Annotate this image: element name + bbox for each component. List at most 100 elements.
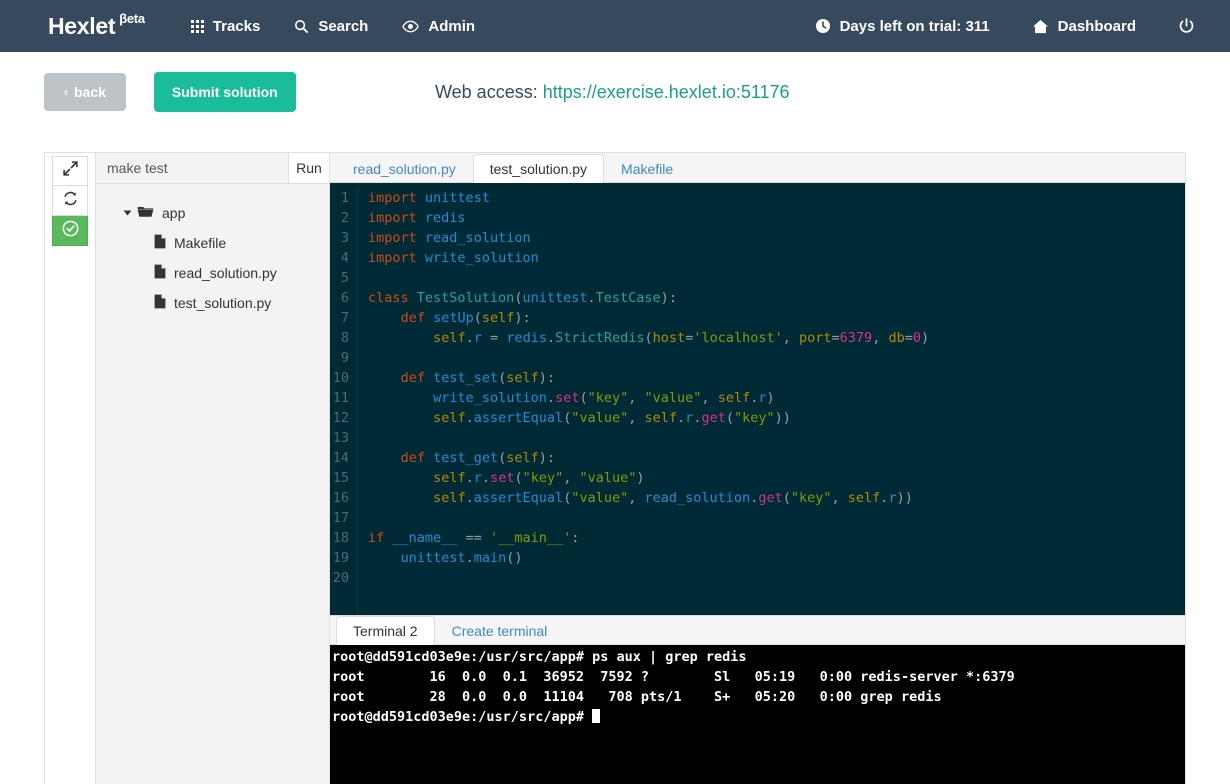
- code-line: import write_solution: [368, 250, 539, 266]
- file-panel: Run app Makefile read_solution.py: [96, 153, 330, 784]
- line-number: 12: [332, 410, 349, 426]
- line-number: 1: [340, 190, 349, 206]
- primary-nav: Tracks Search Admin: [190, 17, 509, 35]
- code-line: import redis: [368, 210, 466, 226]
- run-button[interactable]: Run: [288, 153, 329, 183]
- line-number: 2: [340, 210, 349, 226]
- editor-panel: read_solution.py test_solution.py Makefi…: [330, 153, 1185, 784]
- line-number-gutter: 1 2 3 4 5 6 7 8 9 10 11 12 13 14 15 16 1…: [330, 188, 358, 615]
- line-number: 18: [332, 530, 349, 546]
- editor-tab-read-solution[interactable]: read_solution.py: [336, 154, 473, 183]
- nav-item-admin-label: Admin: [428, 17, 476, 35]
- tree-item-app-label: app: [162, 205, 186, 221]
- terminal-prompt-line: root@dd591cd03e9e:/usr/src/app#: [332, 707, 1185, 727]
- folder-open-icon: [137, 205, 154, 221]
- line-number: 3: [340, 230, 349, 246]
- command-input[interactable]: [96, 153, 288, 183]
- line-number: 7: [340, 310, 349, 326]
- line-number: 5: [340, 270, 349, 286]
- expand-button[interactable]: [52, 156, 88, 186]
- file-icon: [154, 234, 166, 252]
- web-access-link[interactable]: https://exercise.hexlet.io:51176: [543, 82, 790, 102]
- code-line: import read_solution: [368, 230, 531, 246]
- nav-item-tracks-label: Tracks: [212, 17, 261, 35]
- nav-item-search-label: Search: [318, 17, 369, 35]
- nav-item-search[interactable]: Search: [294, 18, 368, 35]
- code-content: import unittest import redis import read_s…: [358, 188, 1185, 615]
- file-icon: [154, 264, 166, 282]
- tree-item-makefile[interactable]: Makefile: [96, 228, 329, 258]
- line-number: 13: [332, 430, 349, 446]
- back-button[interactable]: ‹ back: [44, 73, 126, 111]
- refresh-button[interactable]: [52, 186, 88, 216]
- tool-strip: [45, 153, 96, 784]
- tree-item-test-solution-label: test_solution.py: [174, 295, 272, 311]
- top-navbar: Hexlet βeta Tracks Search Admin Days lef…: [0, 0, 1230, 52]
- terminal-line: root@dd591cd03e9e:/usr/src/app# ps aux |…: [332, 649, 747, 665]
- tree-item-makefile-label: Makefile: [174, 235, 227, 251]
- code-line: self.r.set("key", "value"): [433, 470, 645, 486]
- code-line: class TestSolution(unittest.TestCase):: [368, 290, 677, 306]
- terminal-prompt: root@dd591cd03e9e:/usr/src/app#: [332, 709, 593, 725]
- web-access-info: Web access: https://exercise.hexlet.io:5…: [435, 82, 790, 103]
- refresh-icon: [63, 191, 78, 211]
- tree-item-read-solution[interactable]: read_solution.py: [96, 258, 329, 288]
- chevron-down-icon: [123, 210, 132, 216]
- tree-item-test-solution[interactable]: test_solution.py: [96, 288, 329, 318]
- file-icon: [154, 294, 166, 312]
- editor-tab-test-solution[interactable]: test_solution.py: [472, 154, 605, 183]
- line-number: 9: [340, 350, 349, 366]
- nav-item-dashboard-label: Dashboard: [1057, 17, 1136, 35]
- search-icon: [294, 19, 309, 34]
- code-line: self.r = redis.StrictRedis(host='localho…: [433, 330, 930, 346]
- line-number: 16: [332, 490, 349, 506]
- terminal-output[interactable]: root@dd591cd03e9e:/usr/src/app# ps aux |…: [330, 645, 1185, 784]
- back-button-label: back: [74, 84, 106, 100]
- line-number: 4: [340, 250, 349, 266]
- code-line: def test_set(self):: [400, 370, 556, 386]
- clock-icon: [815, 18, 831, 34]
- tree-item-read-solution-label: read_solution.py: [174, 265, 277, 281]
- eye-icon: [402, 20, 420, 33]
- line-number: 17: [332, 510, 349, 526]
- check-button[interactable]: [52, 216, 88, 246]
- grid-icon: [190, 19, 204, 33]
- nav-item-admin[interactable]: Admin: [402, 18, 475, 35]
- line-number: 20: [332, 570, 349, 586]
- terminal-line: root 28 0.0 0.0 11104 708 pts/1 S+ 05:20…: [332, 689, 942, 705]
- logout-button[interactable]: [1178, 17, 1204, 35]
- code-line: def test_get(self):: [400, 450, 556, 466]
- code-line: import unittest: [368, 190, 490, 206]
- code-line: write_solution.set("key", "value", self.…: [433, 390, 775, 406]
- brand-logo[interactable]: Hexlet βeta: [48, 11, 145, 40]
- terminal-cursor: [592, 709, 601, 723]
- editor-tab-makefile[interactable]: Makefile: [604, 154, 690, 183]
- line-number: 6: [340, 290, 349, 306]
- code-editor[interactable]: 1 2 3 4 5 6 7 8 9 10 11 12 13 14 15 16 1…: [330, 183, 1185, 615]
- web-access-label: Web access:: [435, 81, 538, 102]
- workspace: Run app Makefile read_solution.py: [44, 152, 1186, 784]
- line-number: 11: [332, 390, 349, 406]
- nav-item-trial-days[interactable]: Days left on trial: 311: [815, 18, 990, 35]
- line-number: 15: [332, 470, 349, 486]
- nav-item-tracks[interactable]: Tracks: [190, 17, 261, 35]
- submit-solution-button[interactable]: Submit solution: [153, 72, 296, 112]
- check-circle-icon: [62, 220, 79, 242]
- code-line: unittest.main(): [400, 550, 523, 566]
- action-toolbar: ‹ back Submit solution Web access: https…: [0, 52, 1230, 132]
- terminal-tab-2[interactable]: Terminal 2: [336, 616, 435, 645]
- code-line: self.assertEqual("value", self.r.get("ke…: [433, 410, 791, 426]
- nav-item-dashboard[interactable]: Dashboard: [1032, 18, 1136, 35]
- line-number: 10: [332, 370, 349, 386]
- brand-name: Hexlet: [48, 12, 116, 39]
- nav-item-trial-days-label: Days left on trial: 311: [839, 17, 990, 35]
- tree-item-app[interactable]: app: [96, 198, 329, 228]
- power-icon: [1178, 17, 1195, 35]
- create-terminal-tab[interactable]: Create terminal: [435, 616, 565, 645]
- code-line: def setUp(self):: [400, 310, 531, 326]
